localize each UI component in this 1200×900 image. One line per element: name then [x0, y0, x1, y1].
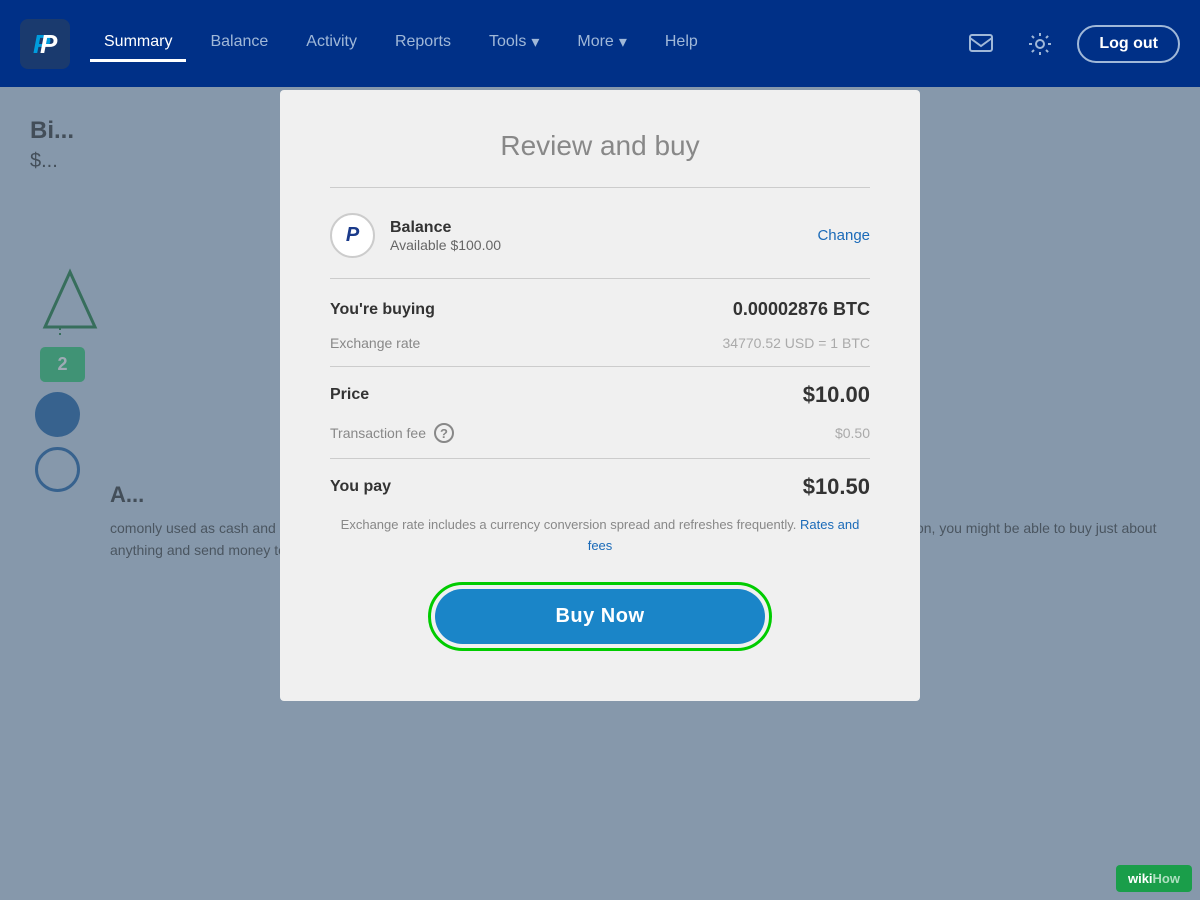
wiki-part: wiki — [1128, 871, 1153, 886]
buying-row: You're buying 0.00002876 BTC — [330, 299, 870, 320]
nav-item-more[interactable]: More ▾ — [563, 24, 640, 63]
modal-title: Review and buy — [330, 130, 870, 162]
buy-now-wrap: Buy Now — [330, 582, 870, 651]
section-divider-1 — [330, 366, 870, 367]
message-icon — [968, 31, 994, 57]
tools-chevron-icon: ▾ — [531, 32, 539, 52]
txfee-label-wrap: Transaction fee ? — [330, 423, 454, 443]
paypal-logo: P P — [20, 19, 70, 69]
svg-text:P: P — [40, 29, 58, 59]
gear-icon — [1027, 31, 1053, 57]
exchange-rate-label: Exchange rate — [330, 335, 420, 351]
exchange-rate-row: Exchange rate 34770.52 USD = 1 BTC — [330, 335, 870, 351]
payment-method-left: P Balance Available $100.00 — [330, 213, 501, 258]
modal-top-divider — [330, 187, 870, 188]
you-pay-label: You pay — [330, 478, 391, 496]
modal-mid-divider — [330, 278, 870, 279]
section-divider-2 — [330, 458, 870, 459]
wikihow-badge: wikiHow — [1116, 865, 1192, 892]
payment-method-available: Available $100.00 — [390, 237, 501, 253]
buying-label: You're buying — [330, 301, 435, 319]
paypal-badge: P — [330, 213, 375, 258]
message-button[interactable] — [959, 22, 1003, 66]
price-value: $10.00 — [803, 382, 870, 408]
transaction-fee-label: Transaction fee — [330, 425, 426, 441]
footer-note-text: Exchange rate includes a currency conver… — [341, 517, 797, 532]
buying-value: 0.00002876 BTC — [733, 299, 870, 320]
buy-now-button[interactable]: Buy Now — [435, 589, 764, 644]
price-label: Price — [330, 386, 369, 404]
nav-item-summary[interactable]: Summary — [90, 25, 186, 62]
review-modal: Review and buy P Balance Available $100.… — [280, 90, 920, 701]
you-pay-row: You pay $10.50 — [330, 474, 870, 500]
pp-logo-text: P — [346, 224, 359, 247]
change-payment-link[interactable]: Change — [817, 227, 870, 244]
navbar: P P Summary Balance Activity Reports Too… — [0, 0, 1200, 87]
nav-links: Summary Balance Activity Reports Tools ▾… — [90, 24, 959, 63]
transaction-fee-row: Transaction fee ? $0.50 — [330, 423, 870, 443]
logout-button[interactable]: Log out — [1077, 25, 1180, 63]
more-chevron-icon: ▾ — [619, 32, 627, 52]
nav-item-help[interactable]: Help — [651, 25, 712, 62]
nav-right: Log out — [959, 22, 1180, 66]
nav-item-activity[interactable]: Activity — [292, 25, 371, 62]
payment-method-name: Balance — [390, 219, 501, 237]
footer-note: Exchange rate includes a currency conver… — [330, 515, 870, 557]
buy-now-outer-border: Buy Now — [428, 582, 771, 651]
price-row: Price $10.00 — [330, 382, 870, 408]
how-part: How — [1153, 871, 1180, 886]
exchange-rate-value: 34770.52 USD = 1 BTC — [723, 335, 870, 351]
nav-item-reports[interactable]: Reports — [381, 25, 465, 62]
nav-item-balance[interactable]: Balance — [196, 25, 282, 62]
nav-item-tools[interactable]: Tools ▾ — [475, 24, 553, 63]
transaction-fee-help-icon[interactable]: ? — [434, 423, 454, 443]
settings-button[interactable] — [1018, 22, 1062, 66]
transaction-fee-value: $0.50 — [835, 425, 870, 441]
payment-method-info: Balance Available $100.00 — [390, 219, 501, 253]
payment-method-row: P Balance Available $100.00 Change — [330, 213, 870, 258]
you-pay-value: $10.50 — [803, 474, 870, 500]
